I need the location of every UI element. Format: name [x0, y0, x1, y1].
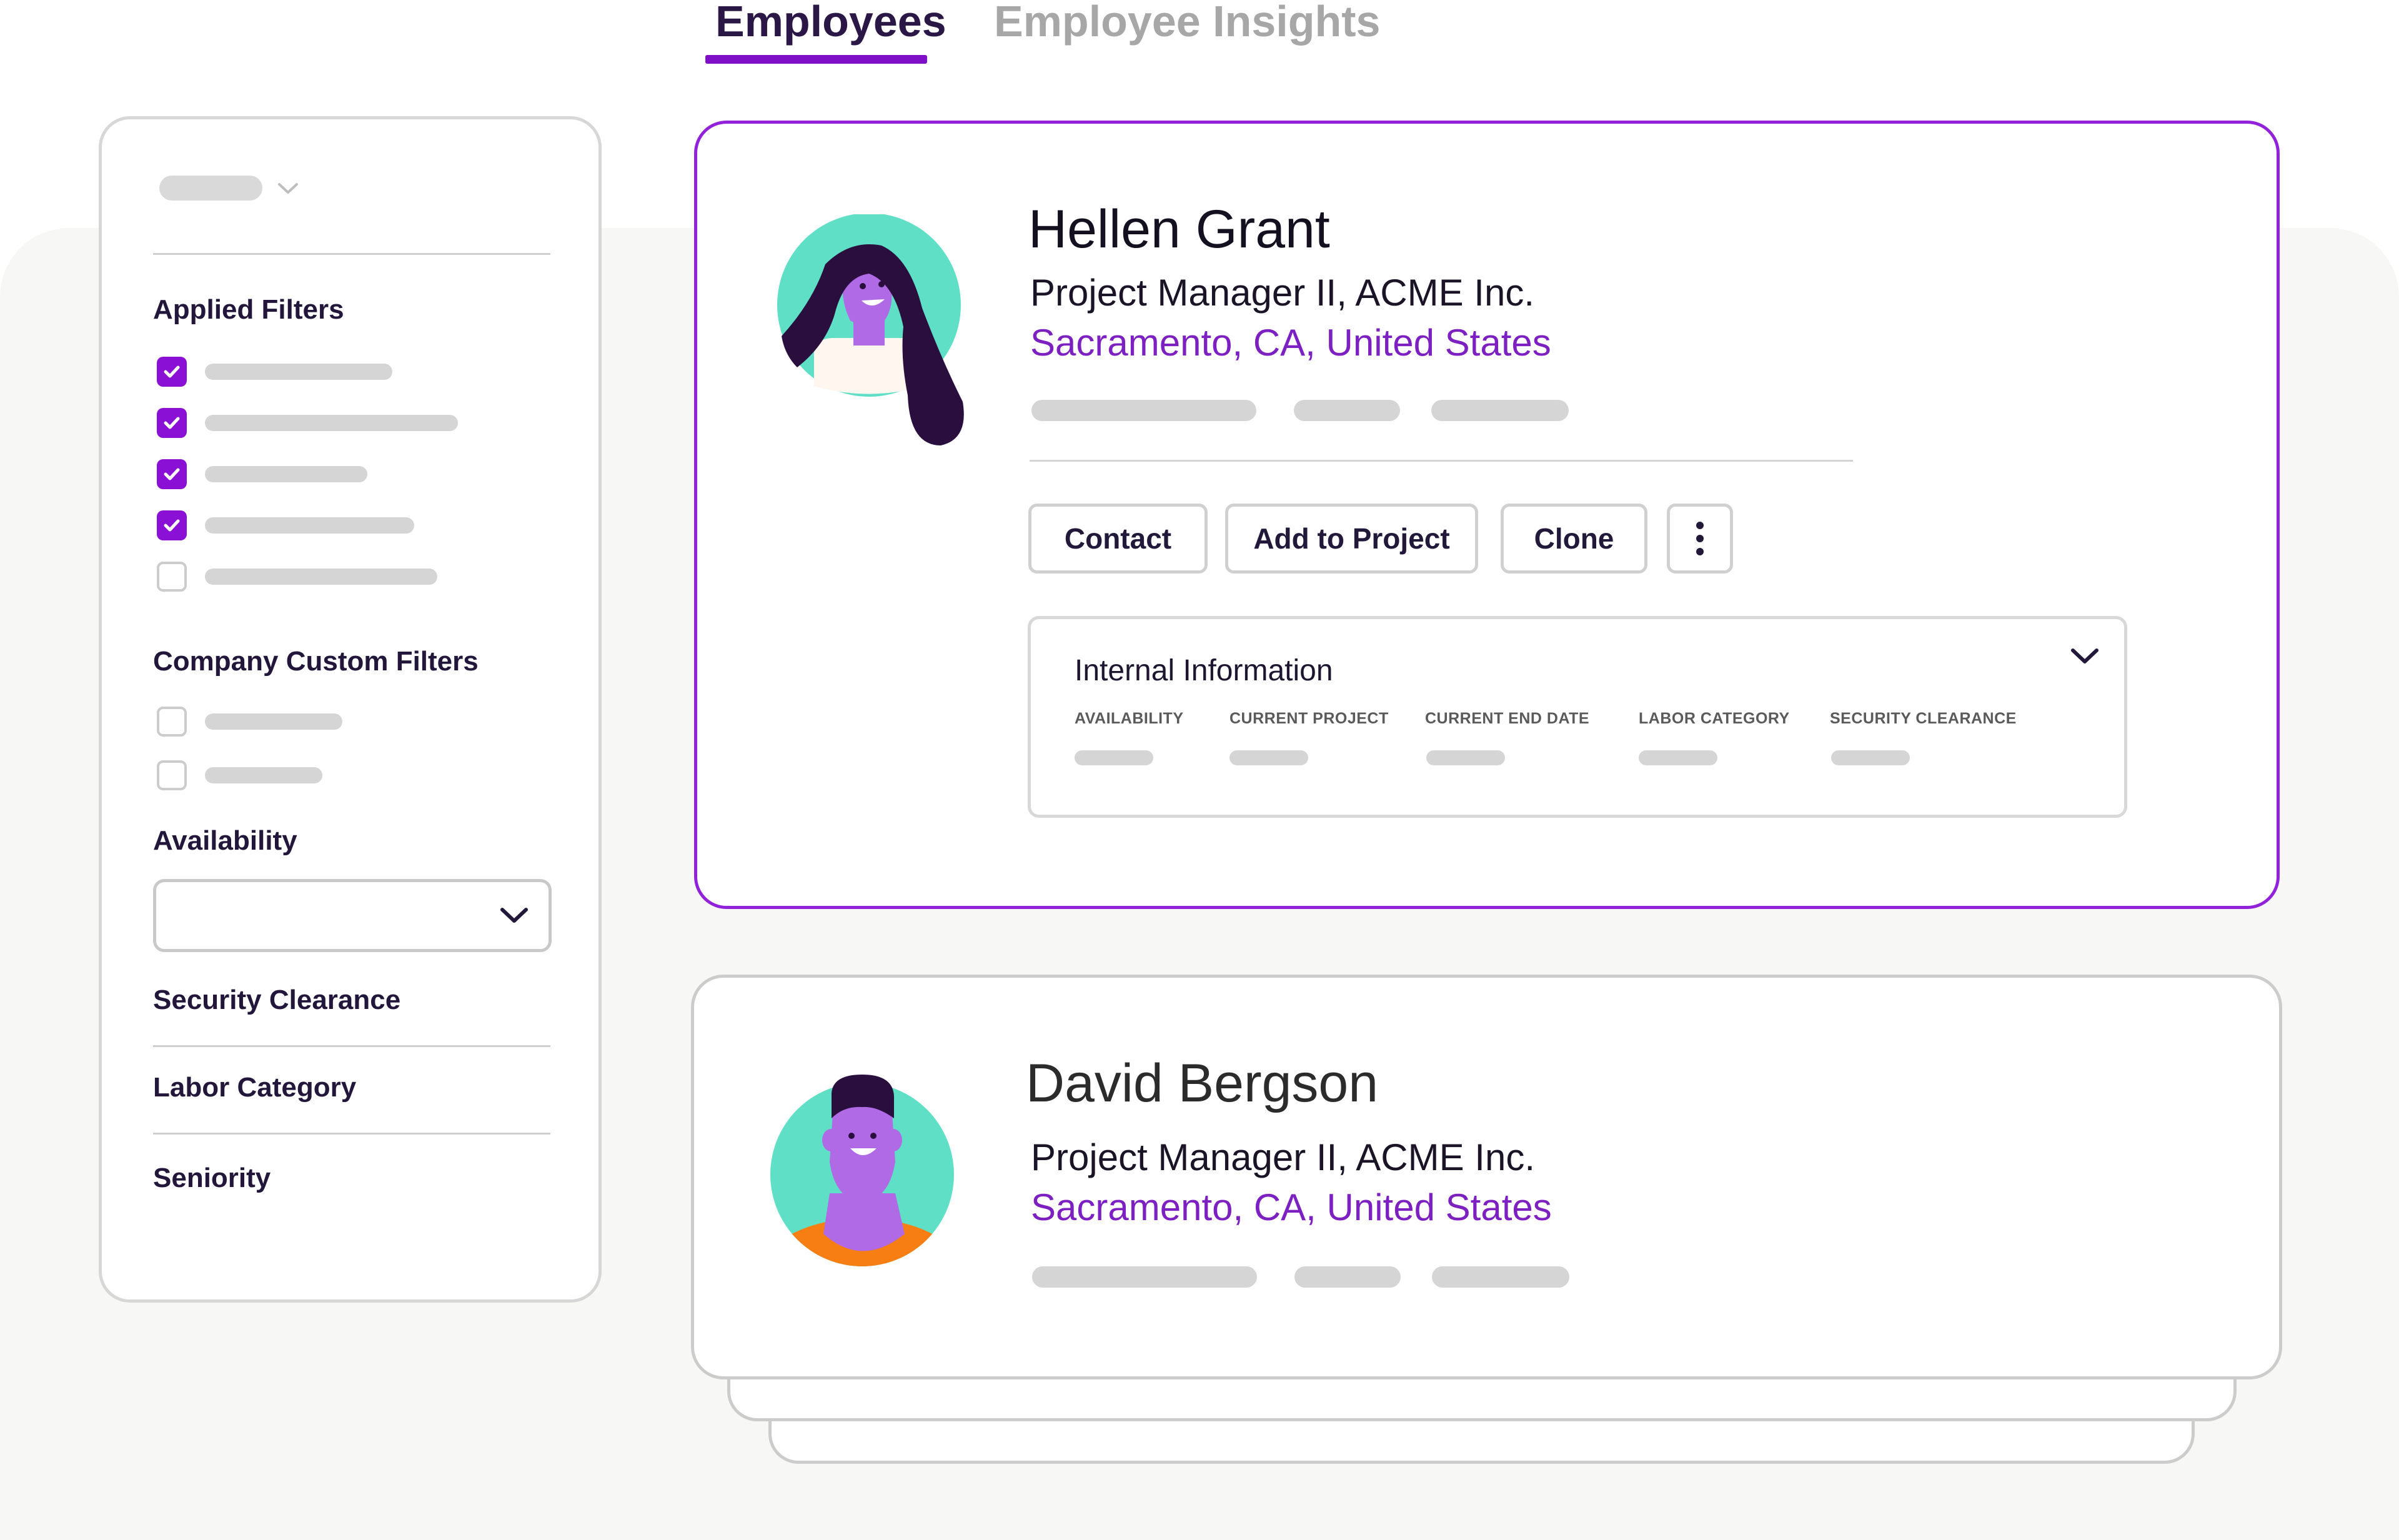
employee-card[interactable]: Hellen Grant Project Manager II, ACME In…	[694, 121, 2280, 909]
security-clearance-filter[interactable]: Security Clearance	[153, 985, 400, 1016]
current-end-date-column-label: CURRENT END DATE	[1425, 710, 1590, 727]
filter-checkbox[interactable]	[157, 408, 187, 438]
internal-information-panel: Internal Information AVAILABILITY CURREN…	[1028, 616, 2127, 818]
filter-label-placeholder	[205, 713, 342, 730]
availability-column-label: AVAILABILITY	[1075, 710, 1184, 727]
value-placeholder	[1229, 750, 1308, 765]
more-vertical-icon	[1696, 522, 1704, 555]
employee-card[interactable]: David Bergson Project Manager II, ACME I…	[691, 975, 2282, 1379]
security-clearance-column-label: SECURITY CLEARANCE	[1830, 710, 2017, 727]
applied-filters-heading: Applied Filters	[153, 294, 344, 325]
tab-employees[interactable]: Employees	[715, 0, 946, 46]
clone-button[interactable]: Clone	[1501, 504, 1647, 574]
tab-employee-insights[interactable]: Employee Insights	[994, 0, 1380, 46]
filter-label-placeholder	[205, 364, 392, 380]
divider	[153, 1045, 550, 1047]
labor-category-filter[interactable]: Labor Category	[153, 1072, 356, 1103]
check-icon	[164, 365, 180, 378]
tag-placeholder	[1031, 400, 1256, 421]
employee-location: Sacramento, CA, United States	[1030, 322, 1551, 364]
filter-checkbox[interactable]	[157, 357, 187, 387]
divider	[153, 1133, 550, 1135]
tag-placeholder	[1432, 1266, 1569, 1288]
filter-label-placeholder	[205, 569, 437, 585]
employee-name[interactable]: David Bergson	[1026, 1053, 1378, 1115]
custom-filter-checkbox[interactable]	[157, 707, 187, 737]
employee-role: Project Manager II, ACME Inc.	[1031, 1136, 1535, 1178]
more-options-button[interactable]	[1667, 504, 1733, 574]
filter-checkbox[interactable]	[157, 510, 187, 540]
employee-name[interactable]: Hellen Grant	[1028, 199, 1330, 261]
tag-placeholder	[1294, 400, 1400, 421]
custom-filter-checkbox[interactable]	[157, 760, 187, 790]
seniority-filter[interactable]: Seniority	[153, 1163, 271, 1194]
filter-label-placeholder	[205, 767, 322, 783]
filter-checkbox[interactable]	[157, 562, 187, 592]
filter-checkbox[interactable]	[157, 459, 187, 489]
tag-placeholder	[1294, 1266, 1401, 1288]
internal-information-title: Internal Information	[1075, 654, 1333, 687]
filter-sidebar: Applied Filters Company Custom Filters A…	[99, 116, 602, 1303]
check-icon	[164, 468, 180, 480]
availability-heading: Availability	[153, 825, 297, 856]
value-placeholder	[1075, 750, 1153, 765]
current-project-column-label: CURRENT PROJECT	[1229, 710, 1389, 727]
value-placeholder	[1831, 750, 1910, 765]
filter-label-placeholder	[205, 415, 458, 431]
check-icon	[164, 417, 180, 429]
contact-button[interactable]: Contact	[1028, 504, 1208, 574]
filter-label-placeholder	[205, 466, 367, 482]
value-placeholder	[1426, 750, 1505, 765]
divider	[1030, 460, 1853, 462]
sort-dropdown-placeholder[interactable]	[159, 176, 262, 201]
company-custom-filters-heading: Company Custom Filters	[153, 646, 479, 677]
add-to-project-button[interactable]: Add to Project	[1225, 504, 1478, 574]
tag-placeholder	[1431, 400, 1569, 421]
tag-placeholder	[1032, 1266, 1257, 1288]
check-icon	[164, 519, 180, 532]
availability-select[interactable]	[153, 879, 552, 952]
man-avatar-icon	[770, 1075, 954, 1266]
filter-label-placeholder	[205, 517, 414, 534]
employee-role: Project Manager II, ACME Inc.	[1030, 272, 1534, 314]
employee-location: Sacramento, CA, United States	[1031, 1186, 1552, 1228]
chevron-down-icon[interactable]	[276, 176, 300, 201]
divider	[153, 253, 550, 255]
active-tab-indicator	[705, 55, 927, 64]
chevron-down-icon	[500, 908, 528, 923]
chevron-down-icon[interactable]	[2068, 644, 2102, 669]
woman-avatar-icon	[777, 214, 964, 445]
labor-category-column-label: LABOR CATEGORY	[1639, 710, 1790, 727]
value-placeholder	[1639, 750, 1717, 765]
